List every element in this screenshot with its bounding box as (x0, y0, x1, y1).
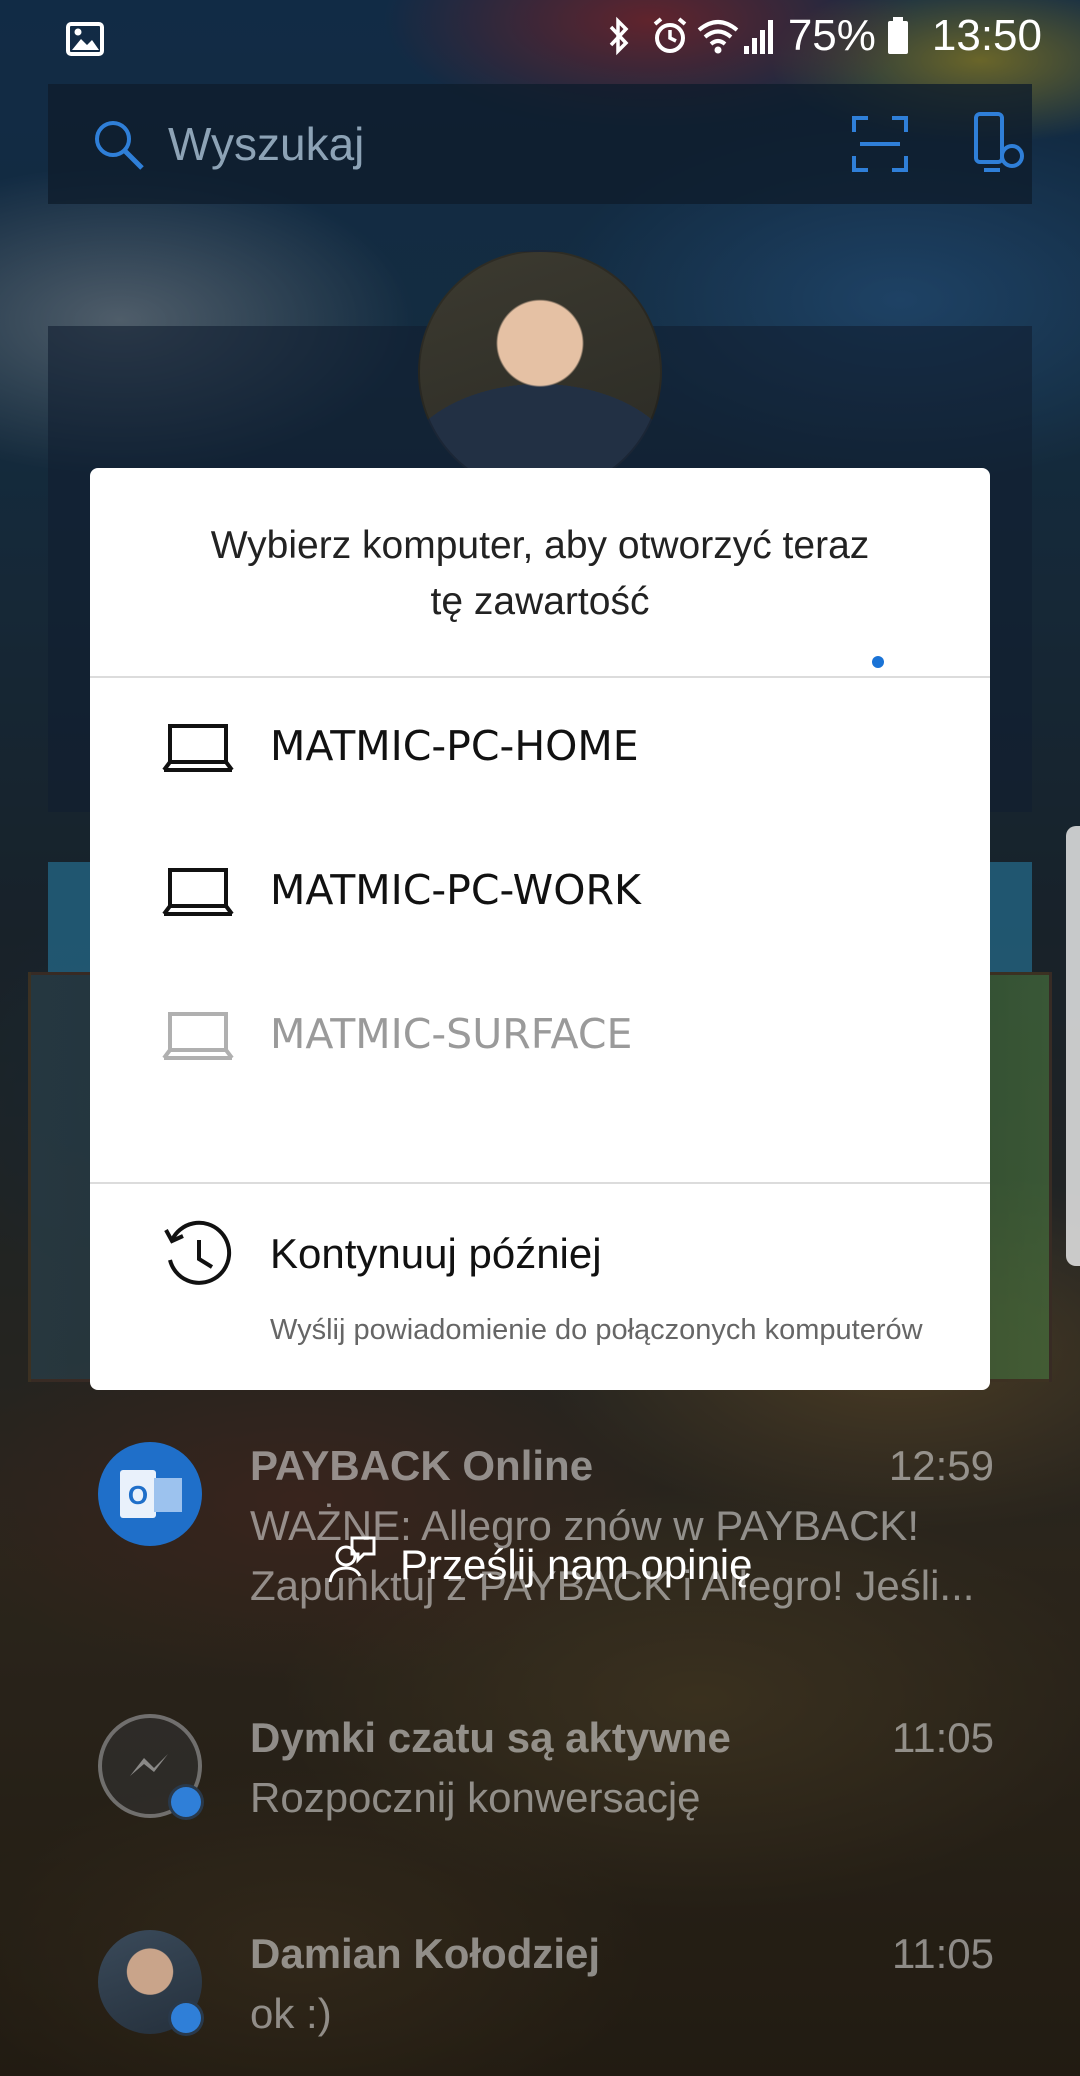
svg-text:O: O (128, 1480, 148, 1510)
notification-time: 12:59 (888, 1442, 994, 1489)
laptop-icon (162, 1010, 234, 1067)
device-name: MATMIC-SURFACE (270, 1010, 633, 1058)
notification-list: O PAYBACK Online 12:59 WAŻNE: Allegro zn… (48, 1390, 1032, 2076)
status-bar: 75% 13:50 (0, 0, 1080, 72)
feedback-label: Prześlij nam opinię (400, 1541, 753, 1588)
list-item[interactable]: Dymki czatu są aktywne 11:05 Rozpocznij … (48, 1714, 1032, 1914)
device-item-matmic-pc-home[interactable]: MATMIC-PC-HOME (90, 678, 990, 818)
device-item-matmic-surface: MATMIC-SURFACE (90, 966, 990, 1106)
notification-title: Damian Kołodziej (250, 1930, 601, 1977)
outlook-icon: O (98, 1442, 202, 1546)
device-name: MATMIC-PC-HOME (270, 722, 639, 770)
laptop-icon (162, 866, 234, 923)
edge-panel-handle[interactable] (1066, 826, 1080, 1266)
dialog-title-line: Wybierz komputer, aby otworzyć teraz (210, 524, 870, 567)
search-icon (92, 118, 146, 177)
battery-icon (886, 16, 922, 56)
search-bar[interactable] (48, 84, 1032, 204)
choose-computer-dialog: Wybierz komputer, aby otworzyć teraz tę … (90, 468, 990, 1390)
laptop-icon (162, 722, 234, 779)
wifi-icon (696, 16, 739, 56)
loading-indicator (872, 656, 884, 668)
messenger-badge-icon (168, 1784, 204, 1820)
notification-line: Rozpocznij konwersację (250, 1774, 701, 1821)
dialog-title-line: tę zawartość (430, 580, 650, 623)
phone-link-icon[interactable] (970, 112, 1026, 181)
notification-time: 11:05 (892, 1930, 994, 1977)
alarm-icon (650, 16, 687, 56)
continue-later-option[interactable]: Kontynuuj później Wyślij powiadomienie d… (90, 1184, 990, 1384)
device-name: MATMIC-PC-WORK (270, 866, 641, 914)
messenger-badge-icon (168, 2000, 204, 2036)
signal-icon (742, 16, 778, 56)
bluetooth-icon (604, 16, 640, 56)
feedback-button[interactable]: Prześlij nam opinię (326, 1534, 753, 1596)
list-item[interactable]: Damian Kołodziej 11:05 ok :) (48, 1930, 1032, 2076)
notification-line: ok :) (250, 1990, 332, 2037)
notification-title: Dymki czatu są aktywne (250, 1714, 731, 1761)
search-input[interactable] (168, 112, 728, 176)
history-icon (162, 1220, 236, 1299)
continue-later-label: Kontynuuj później (270, 1230, 602, 1277)
profile-avatar[interactable] (418, 250, 662, 494)
notification-title: PAYBACK Online (250, 1442, 594, 1489)
battery-percent: 75% (787, 11, 876, 60)
feedback-icon (326, 1534, 378, 1596)
device-item-matmic-pc-work[interactable]: MATMIC-PC-WORK (90, 822, 990, 962)
scan-icon[interactable] (852, 116, 908, 177)
gallery-notification-icon (66, 18, 104, 66)
dialog-title: Wybierz komputer, aby otworzyć teraz tę … (130, 518, 950, 630)
notification-time: 11:05 (892, 1714, 994, 1761)
clock: 13:50 (931, 11, 1042, 60)
continue-later-subtitle: Wyślij powiadomienie do połączonych komp… (270, 1314, 923, 1346)
